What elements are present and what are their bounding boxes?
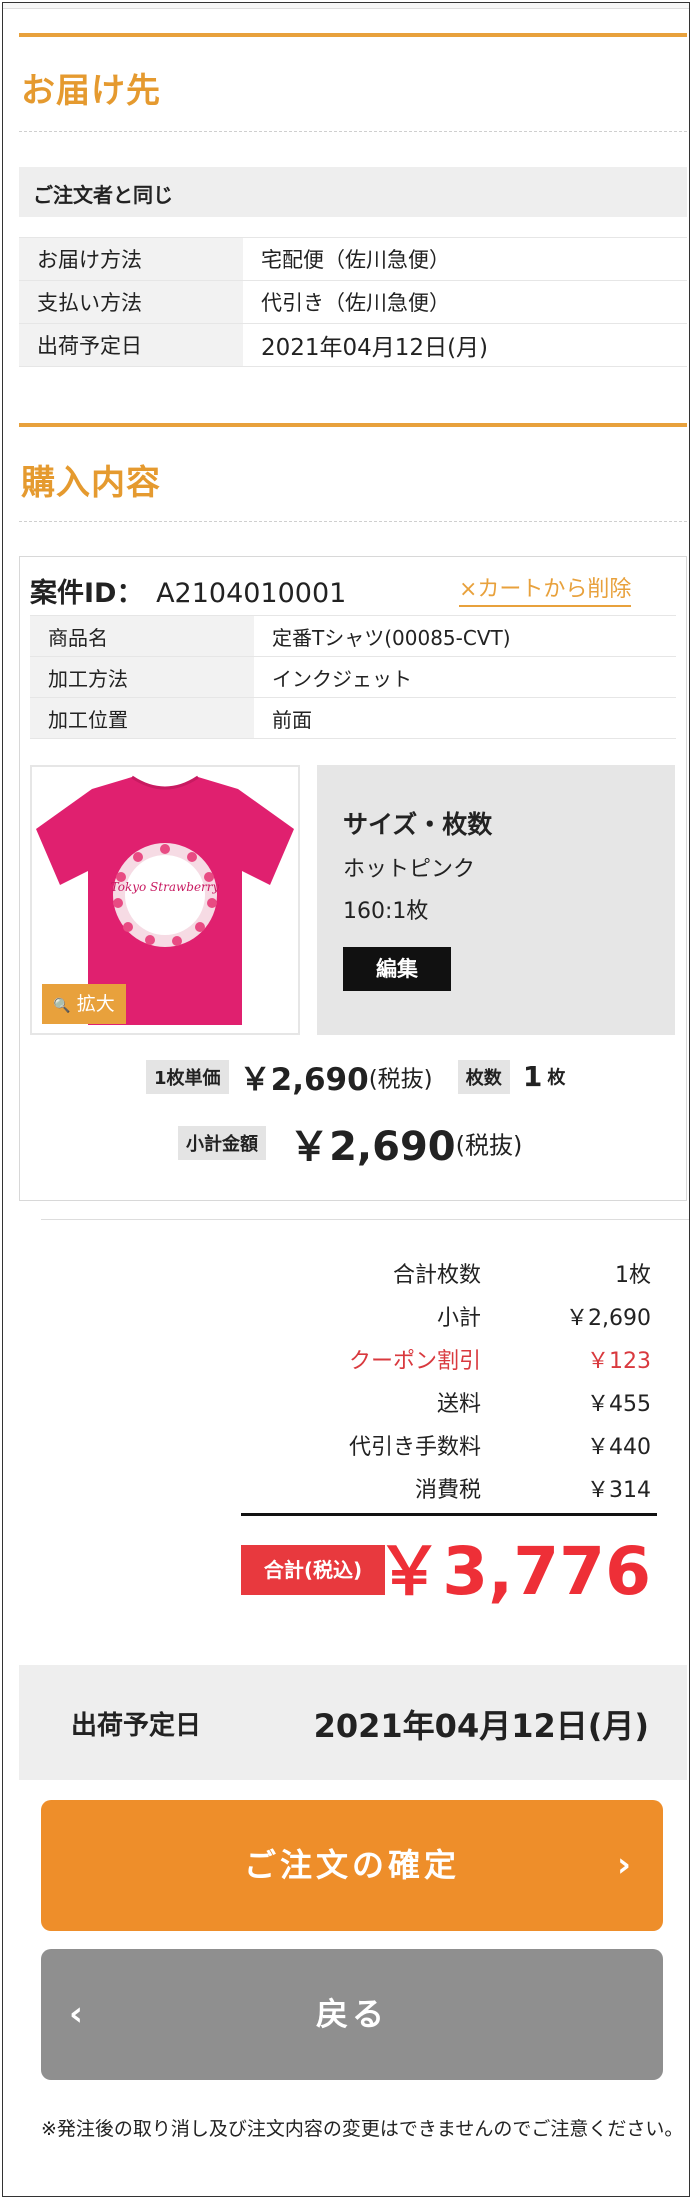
remove-from-cart-link[interactable]: ×カートから削除 (459, 571, 632, 607)
case-id-label: 案件ID： (30, 578, 144, 609)
size-qty: 160:1枚 (343, 899, 429, 924)
summary-value: 1枚 (615, 1263, 651, 1288)
row-value: インクジェット (254, 656, 676, 698)
summary-row: 合計枚数 1枚 (191, 1257, 651, 1297)
subtotal-row: 小計金額 ￥2,690(税抜) (178, 1114, 522, 1170)
divider (41, 1219, 689, 1220)
total-divider (241, 1513, 657, 1516)
purchase-title: 購入内容 (21, 463, 161, 503)
summary-value: ￥440 (587, 1435, 651, 1460)
qty-label: 枚数 (457, 1059, 510, 1094)
back-label: 戻る (315, 1995, 388, 2033)
row-value: 定番Tシャツ(00085-CVT) (254, 615, 676, 657)
summary-label: 送料 (436, 1392, 481, 1417)
recipient-band: ご注文者と同じ (19, 167, 687, 217)
summary-label: 合計枚数 (392, 1263, 481, 1288)
shipping-date-band: 出荷予定日 2021年04月12日(月) (19, 1665, 687, 1780)
size-panel: サイズ・枚数 ホットピンク 160:1枚 編集 (317, 765, 675, 1035)
summary-row-discount: クーポン割引 ￥123 (191, 1343, 651, 1383)
summary-value: ￥314 (587, 1478, 651, 1503)
unit-price-label: 1枚単価 (146, 1059, 229, 1094)
confirm-order-label: ご注文の確定 (243, 1846, 460, 1884)
color-name: ホットピンク (343, 857, 476, 882)
summary-row: 消費税 ￥314 (191, 1472, 651, 1512)
table-row: 支払い方法 代引き（佐川急便） (19, 280, 687, 324)
summary-label: 消費税 (414, 1478, 481, 1503)
section-divider (19, 33, 687, 37)
summary-label: クーポン割引 (348, 1349, 481, 1374)
row-value: 宅配便（佐川急便） (243, 237, 687, 281)
section-divider (19, 423, 687, 427)
unit-price-row: 1枚単価 ￥2,690(税抜) 枚数 1 枚 (146, 1054, 566, 1098)
row-value: 代引き（佐川急便） (243, 280, 687, 324)
table-row: 加工方法 インクジェット (30, 656, 676, 698)
summary-row: 小計 ￥2,690 (191, 1300, 651, 1340)
row-value: 前面 (254, 697, 676, 739)
chevron-left-icon: ‹ (69, 1994, 88, 2034)
delivery-title: お届け先 (21, 71, 161, 111)
zoom-button[interactable]: 🔍 拡大 (42, 984, 126, 1024)
edit-button[interactable]: 編集 (343, 947, 451, 991)
row-value: 2021年04月12日(月) (243, 323, 687, 367)
page-frame: お届け先 ご注文者と同じ お届け方法 宅配便（佐川急便） 支払い方法 代引き（佐… (2, 2, 690, 2197)
row-label: 出荷予定日 (19, 323, 243, 367)
product-table: 商品名 定番Tシャツ(00085-CVT) 加工方法 インクジェット 加工位置 … (30, 615, 676, 739)
order-item-card: 案件ID： A2104010001 ×カートから削除 商品名 定番Tシャツ(00… (19, 556, 687, 1201)
notice-text: ※発注後の取り消し及び注文内容の変更はできませんのでご注意ください。 (41, 2118, 684, 2140)
qty-value: 1 (522, 1060, 543, 1093)
back-button[interactable]: ‹ 戻る (41, 1949, 663, 2080)
dotted-divider (19, 131, 687, 132)
shipping-date-value: 2021年04月12日(月) (313, 1707, 649, 1745)
total-label: 合計(税込) (241, 1545, 385, 1595)
confirm-order-button[interactable]: ご注文の確定 › (41, 1800, 663, 1931)
total-value: ￥3,776 (376, 1533, 651, 1610)
summary-label: 代引き手数料 (348, 1435, 481, 1460)
row-label: お届け方法 (19, 237, 243, 281)
summary-row: 送料 ￥455 (191, 1386, 651, 1426)
top-bar (3, 3, 689, 9)
subtotal-label: 小計金額 (178, 1126, 266, 1160)
row-label: 支払い方法 (19, 280, 243, 324)
tax-ex-note: (税抜) (455, 1131, 523, 1160)
shirt-print-text: Tokyo Strawberry (111, 880, 220, 894)
subtotal-value: ￥2,690 (289, 1124, 456, 1170)
summary-label: 小計 (436, 1306, 481, 1331)
case-id: 案件ID： A2104010001 (30, 571, 346, 610)
summary-value: ￥455 (587, 1392, 651, 1417)
qty-unit: 枚 (547, 1067, 566, 1089)
chevron-right-icon: › (616, 1845, 635, 1885)
row-label: 商品名 (30, 615, 254, 657)
recipient-text: ご注文者と同じ (33, 183, 173, 207)
summary-row: 代引き手数料 ￥440 (191, 1429, 651, 1469)
row-label: 加工方法 (30, 656, 254, 698)
delivery-table: お届け方法 宅配便（佐川急便） 支払い方法 代引き（佐川急便） 出荷予定日 20… (19, 237, 687, 367)
summary-value: ￥2,690 (566, 1306, 651, 1331)
case-id-value: A2104010001 (156, 578, 347, 609)
table-row: お届け方法 宅配便（佐川急便） (19, 237, 687, 281)
table-row: 出荷予定日 2021年04月12日(月) (19, 323, 687, 367)
dotted-divider (19, 521, 687, 522)
summary-value: ￥123 (587, 1349, 651, 1374)
table-row: 商品名 定番Tシャツ(00085-CVT) (30, 615, 676, 657)
tax-ex-note: (税抜) (368, 1066, 433, 1093)
size-title: サイズ・枚数 (343, 810, 493, 839)
row-label: 加工位置 (30, 697, 254, 739)
unit-price-value: ￥2,690 (239, 1062, 369, 1098)
shipping-date-label: 出荷予定日 (71, 1711, 202, 1741)
product-image: Tokyo Strawberry 🔍 拡大 (30, 765, 300, 1035)
zoom-label: 拡大 (76, 993, 115, 1015)
table-row: 加工位置 前面 (30, 697, 676, 739)
zoom-icon: 🔍 (53, 998, 71, 1014)
